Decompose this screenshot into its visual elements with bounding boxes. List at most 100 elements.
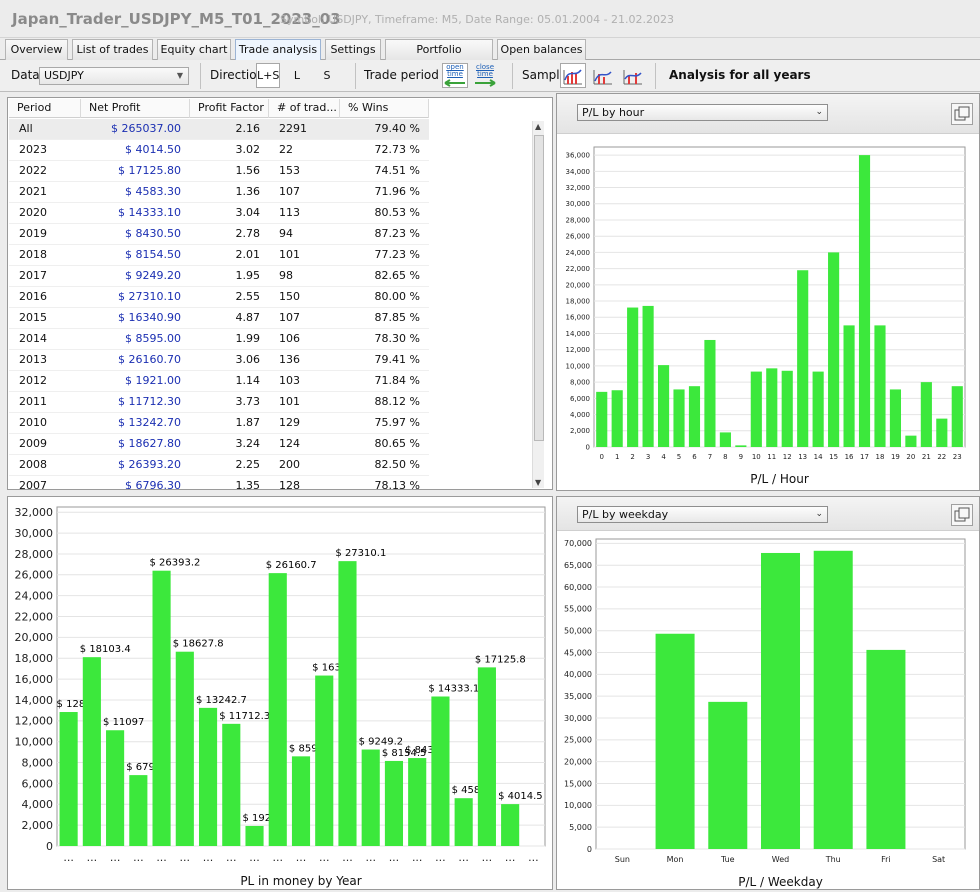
table-row[interactable]: 2020 $ 14333.10 3.04 113 80.53 % <box>9 203 429 224</box>
close-time-label: close time <box>475 63 495 78</box>
table-scrollbar[interactable]: ▲ ▼ <box>532 121 544 488</box>
x-tick-label: 12 <box>783 453 792 461</box>
y-tick-label: 26,000 <box>15 569 54 582</box>
x-tick-label: 14 <box>814 453 823 461</box>
cell-trades: 2291 <box>279 122 307 135</box>
arrow-left-icon <box>444 79 465 87</box>
scroll-down-icon[interactable]: ▼ <box>535 478 541 487</box>
window-subtitle: Symbol: USDJPY, Timeframe: M5, Date Rang… <box>280 13 675 26</box>
column-header-net-profit[interactable]: Net Profit <box>81 99 190 118</box>
x-tick-label: 20 <box>906 453 915 461</box>
table-row[interactable]: 2008 $ 26393.20 2.25 200 82.50 % <box>9 455 429 476</box>
table-row[interactable]: 2010 $ 13242.70 1.87 129 75.97 % <box>9 413 429 434</box>
table-row[interactable]: 2014 $ 8595.00 1.99 106 78.30 % <box>9 329 429 350</box>
tab-settings[interactable]: Settings <box>325 39 381 60</box>
column-header-profit-factor[interactable]: Profit Factor <box>190 99 269 118</box>
table-row[interactable]: 2012 $ 1921.00 1.14 103 71.84 % <box>9 371 429 392</box>
y-tick-label: 70,000 <box>564 539 592 548</box>
close-time-button[interactable]: close time <box>472 63 498 88</box>
bar <box>501 804 520 846</box>
tab-portfolio-correlation[interactable]: Portfolio correlation <box>385 39 493 75</box>
tab-list-of-trades[interactable]: List of trades <box>72 39 153 60</box>
y-tick-label: 26,000 <box>566 233 591 241</box>
cell-wins: 87.85 % <box>374 311 420 324</box>
cell-wins: 80.65 % <box>374 437 420 450</box>
table-row[interactable]: 2018 $ 8154.50 2.01 101 77.23 % <box>9 245 429 266</box>
cell-net-profit: $ 1921.00 <box>125 374 181 387</box>
table-row[interactable]: 2019 $ 8430.50 2.78 94 87.23 % <box>9 224 429 245</box>
column-header-period[interactable]: Period <box>9 99 81 118</box>
cell-profit-factor: 4.87 <box>235 311 261 324</box>
cell-period: 2007 <box>19 479 47 489</box>
column-header-wins[interactable]: % Wins <box>340 99 429 118</box>
weekday-chart: 0 5,000 10,000 15,000 20,000 25,000 30,000 35,0… <box>564 538 966 889</box>
x-tick-label: Thu <box>825 855 841 864</box>
direction-s-button[interactable]: S <box>315 63 339 88</box>
table-row[interactable]: 2023 $ 4014.50 3.02 22 72.73 % <box>9 140 429 161</box>
y-tick-label: 55,000 <box>564 605 592 614</box>
direction-ls-button[interactable]: L+S <box>256 63 280 88</box>
year-chart-panel: 0 2,000 4,000 6,000 8,000 10,000 12,000 14,000 1… <box>7 496 553 890</box>
weekday-chart-selector[interactable]: P/L by weekday ⌄ <box>577 506 828 523</box>
tab-trade-analysis[interactable]: Trade analysis <box>235 39 321 61</box>
maximize-icon[interactable] <box>951 103 973 125</box>
sample-is-button[interactable] <box>590 63 616 88</box>
table-row[interactable]: 2009 $ 18627.80 3.24 124 80.65 % <box>9 434 429 455</box>
table-row[interactable]: 2007 $ 6796.30 1.35 128 78.13 % <box>9 476 429 489</box>
scrollbar-thumb[interactable] <box>534 135 544 441</box>
cell-period: 2021 <box>19 185 47 198</box>
open-time-button[interactable]: open time <box>442 63 468 88</box>
cell-period: 2015 <box>19 311 47 324</box>
x-tick-label: Tue <box>720 855 735 864</box>
cell-period: 2023 <box>19 143 47 156</box>
data-label: $ 27310.1 <box>335 548 386 559</box>
direction-l-button[interactable]: L <box>285 63 309 88</box>
table-row[interactable]: All $ 265037.00 2.16 2291 79.40 % <box>9 119 429 140</box>
x-tick-label: Wed <box>772 855 789 864</box>
y-tick-label: 6,000 <box>22 777 54 790</box>
bar <box>431 696 450 846</box>
cell-net-profit: $ 8154.50 <box>125 248 181 261</box>
cell-trades: 101 <box>279 395 300 408</box>
x-tick-label: ... <box>133 851 144 864</box>
cell-period: 2017 <box>19 269 47 282</box>
scroll-up-icon[interactable]: ▲ <box>535 122 541 131</box>
table-row[interactable]: 2013 $ 26160.70 3.06 136 79.41 % <box>9 350 429 371</box>
chevron-down-icon: ▼ <box>176 71 183 80</box>
cell-profit-factor: 3.04 <box>235 206 261 219</box>
sample-oos-button[interactable] <box>620 63 646 88</box>
sample-all-button[interactable] <box>560 63 586 88</box>
bar <box>384 760 404 846</box>
cell-wins: 88.12 % <box>374 395 420 408</box>
weekday-chart-controls: P/L by weekday ⌄ <box>557 497 979 531</box>
tab-overview[interactable]: Overview <box>5 39 68 60</box>
data-select[interactable]: USDJPY ▼ <box>39 67 189 85</box>
hour-chart-selector[interactable]: P/L by hour ⌄ <box>577 104 828 121</box>
bar <box>920 382 932 447</box>
column-header-trades[interactable]: # of trad... <box>269 99 340 118</box>
weekday-chart-panel: P/L by weekday ⌄ 0 5,000 10,000 15,000 20,00… <box>556 496 980 890</box>
table-row[interactable]: 2022 $ 17125.80 1.56 153 74.51 % <box>9 161 429 182</box>
tab-equity-chart[interactable]: Equity chart <box>157 39 231 60</box>
table-row[interactable]: 2011 $ 11712.30 3.73 101 88.12 % <box>9 392 429 413</box>
cell-wins: 82.50 % <box>374 458 420 471</box>
table-row[interactable]: 2015 $ 16340.90 4.87 107 87.85 % <box>9 308 429 329</box>
title-bar: Japan_Trader_USDJPY_M5_T01_2023_03 Symbo… <box>0 0 980 38</box>
x-tick-label: 8 <box>723 453 727 461</box>
cell-profit-factor: 1.87 <box>235 416 261 429</box>
y-tick-label: 0 <box>587 845 592 854</box>
cell-trades: 128 <box>279 479 300 489</box>
table-body: All $ 265037.00 2.16 2291 79.40 % 2023 $ 4014.… <box>8 119 552 489</box>
y-tick-label: 20,000 <box>566 281 591 289</box>
table-row[interactable]: 2017 $ 9249.20 1.95 98 82.65 % <box>9 266 429 287</box>
y-tick-label: 20,000 <box>15 631 54 644</box>
cell-trades: 103 <box>279 374 300 387</box>
table-row[interactable]: 2021 $ 4583.30 1.36 107 71.96 % <box>9 182 429 203</box>
maximize-icon[interactable] <box>951 504 973 526</box>
cell-wins: 80.53 % <box>374 206 420 219</box>
table-row[interactable]: 2016 $ 27310.10 2.55 150 80.00 % <box>9 287 429 308</box>
y-tick-label: 0 <box>46 840 53 853</box>
tab-open-balances[interactable]: Open balances <box>497 39 586 60</box>
cell-trades: 113 <box>279 206 300 219</box>
bar <box>766 368 778 447</box>
